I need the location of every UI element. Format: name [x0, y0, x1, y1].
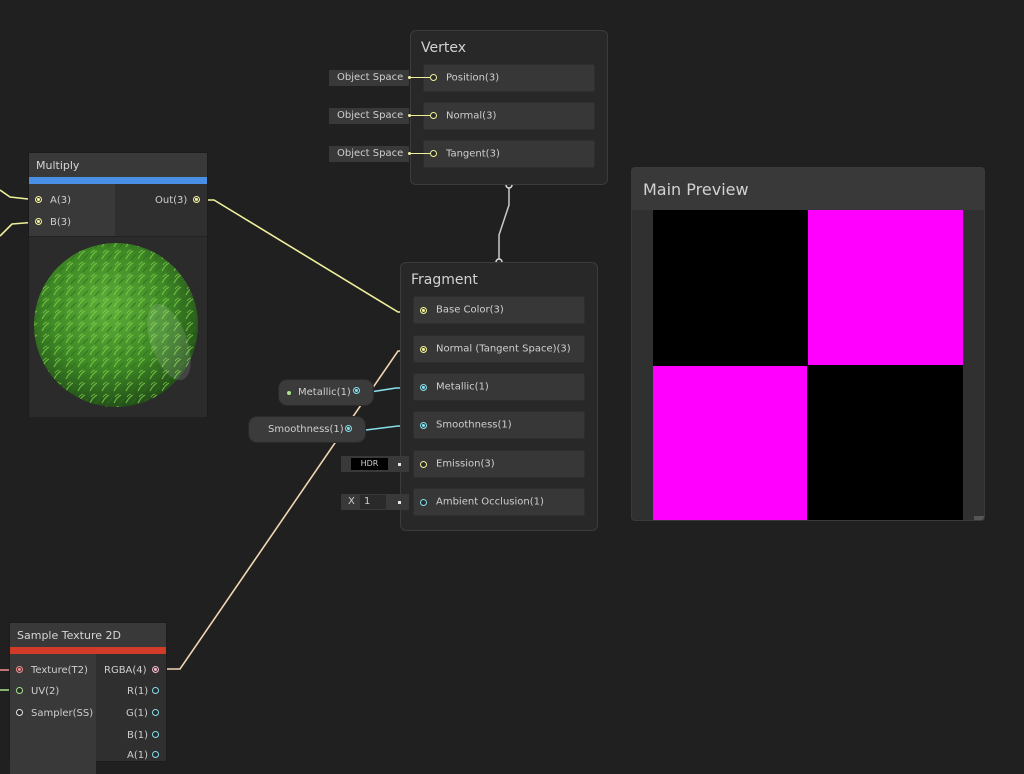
- multiply-node[interactable]: Multiply: [28, 152, 208, 417]
- port-connector-icon[interactable]: [420, 422, 427, 429]
- sample-texture-title: Sample Texture 2D: [17, 629, 121, 642]
- port-label: Ambient Occlusion(1): [436, 496, 544, 508]
- vertex-port-normal[interactable]: Normal(3): [423, 102, 595, 130]
- a-output-label: A(1): [127, 750, 149, 761]
- multiply-output-label: Out(3): [155, 195, 188, 206]
- vertex-port-position[interactable]: Position(3): [423, 64, 595, 92]
- multiply-preview: [29, 237, 207, 417]
- preview-viewport[interactable]: [653, 210, 963, 520]
- pill-label: Smoothness(1): [268, 424, 344, 435]
- tag-connector: [410, 115, 430, 116]
- preview-resize-handle-icon[interactable]: [974, 516, 984, 520]
- tag-connector: [410, 77, 430, 78]
- port-label: Normal (Tangent Space)(3): [436, 343, 571, 355]
- fragment-port-normal[interactable]: Normal (Tangent Space)(3): [413, 335, 585, 363]
- uv-input-port-icon[interactable]: [16, 687, 23, 694]
- r-output-port-icon[interactable]: [152, 687, 159, 694]
- port-connector-icon[interactable]: [420, 346, 427, 353]
- texture-input-label: Texture(T2): [31, 665, 88, 676]
- sampler-input-port-icon[interactable]: [16, 709, 23, 716]
- port-connector-icon[interactable]: [420, 499, 427, 506]
- port-connector-icon[interactable]: [420, 461, 427, 468]
- tag-connector: [410, 153, 430, 154]
- sample-texture-header[interactable]: Sample Texture 2D: [10, 623, 166, 647]
- texture-input-port-icon[interactable]: [16, 666, 23, 673]
- rgba-output-label: RGBA(4): [104, 665, 147, 676]
- port-label: Smoothness(1): [436, 419, 512, 431]
- rgba-output-port-icon[interactable]: [152, 666, 159, 673]
- port-label: Base Color(3): [436, 304, 504, 316]
- hdr-swatch: HDR: [351, 458, 388, 470]
- g-output-port-icon[interactable]: [152, 709, 159, 716]
- space-dropdown-tangent[interactable]: Object Space: [329, 146, 409, 162]
- multiply-header-color-bar: [29, 177, 207, 184]
- vertex-title: Vertex: [421, 40, 467, 56]
- fragment-port-smoothness[interactable]: Smoothness(1): [413, 411, 585, 439]
- fragment-title: Fragment: [411, 272, 478, 288]
- checker-tile-black: [808, 366, 963, 520]
- multiply-input-b-port-icon[interactable]: [35, 218, 42, 225]
- port-label: Normal(3): [446, 110, 497, 122]
- b-output-port-icon[interactable]: [152, 731, 159, 738]
- sample-texture-header-color-bar: [10, 647, 166, 654]
- ao-axis-label: X: [348, 496, 355, 507]
- b-output-label: B(1): [127, 730, 149, 741]
- r-output-label: R(1): [127, 686, 149, 697]
- pill-output-port-icon[interactable]: [353, 387, 360, 394]
- multiply-input-a-label: A(3): [50, 195, 72, 206]
- space-dropdown-position[interactable]: Object Space: [329, 70, 409, 86]
- fragment-port-emission[interactable]: Emission(3): [413, 450, 585, 478]
- port-connector-icon[interactable]: [430, 150, 437, 157]
- space-dropdown-normal[interactable]: Object Space: [329, 108, 409, 124]
- main-preview-header[interactable]: Main Preview: [632, 168, 984, 210]
- port-label: Emission(3): [436, 458, 495, 470]
- connector-dot-icon: [398, 463, 401, 466]
- fragment-port-ambient-occlusion[interactable]: Ambient Occlusion(1): [413, 488, 585, 516]
- vertex-port-tangent[interactable]: Tangent(3): [423, 140, 595, 168]
- checker-tile-magenta: [653, 366, 807, 520]
- multiply-inputs-area: [29, 184, 115, 236]
- pill-output-port-icon[interactable]: [345, 425, 352, 432]
- sampler-input-label: Sampler(SS): [31, 708, 94, 719]
- pill-label: Metallic(1): [298, 387, 351, 398]
- g-output-label: G(1): [126, 708, 148, 719]
- property-dot-icon: [287, 391, 291, 395]
- port-connector-icon[interactable]: [420, 307, 427, 314]
- main-preview-window[interactable]: Main Preview: [631, 167, 985, 521]
- connector-dot-icon: [398, 501, 401, 504]
- multiply-input-b-label: B(3): [50, 217, 72, 228]
- textured-sphere-preview: [34, 243, 198, 407]
- checker-tile-magenta: [808, 210, 963, 365]
- metallic-property-pill[interactable]: Metallic(1): [278, 379, 374, 406]
- uv-input-label: UV(2): [31, 686, 60, 697]
- fragment-port-base-color[interactable]: Base Color(3): [413, 296, 585, 324]
- ao-value-input[interactable]: 1: [360, 495, 386, 509]
- port-label: Tangent(3): [446, 148, 500, 160]
- port-connector-icon[interactable]: [430, 112, 437, 119]
- port-connector-icon[interactable]: [420, 384, 427, 391]
- multiply-output-port-icon[interactable]: [193, 196, 200, 203]
- multiply-node-header[interactable]: Multiply: [29, 153, 207, 177]
- multiply-title: Multiply: [36, 159, 80, 172]
- checker-tile-black: [653, 210, 807, 365]
- port-label: Metallic(1): [436, 381, 489, 393]
- port-label: Position(3): [446, 72, 500, 84]
- port-connector-icon[interactable]: [430, 74, 437, 81]
- fragment-port-metallic[interactable]: Metallic(1): [413, 373, 585, 401]
- multiply-input-a-port-icon[interactable]: [35, 196, 42, 203]
- main-preview-title: Main Preview: [643, 180, 749, 199]
